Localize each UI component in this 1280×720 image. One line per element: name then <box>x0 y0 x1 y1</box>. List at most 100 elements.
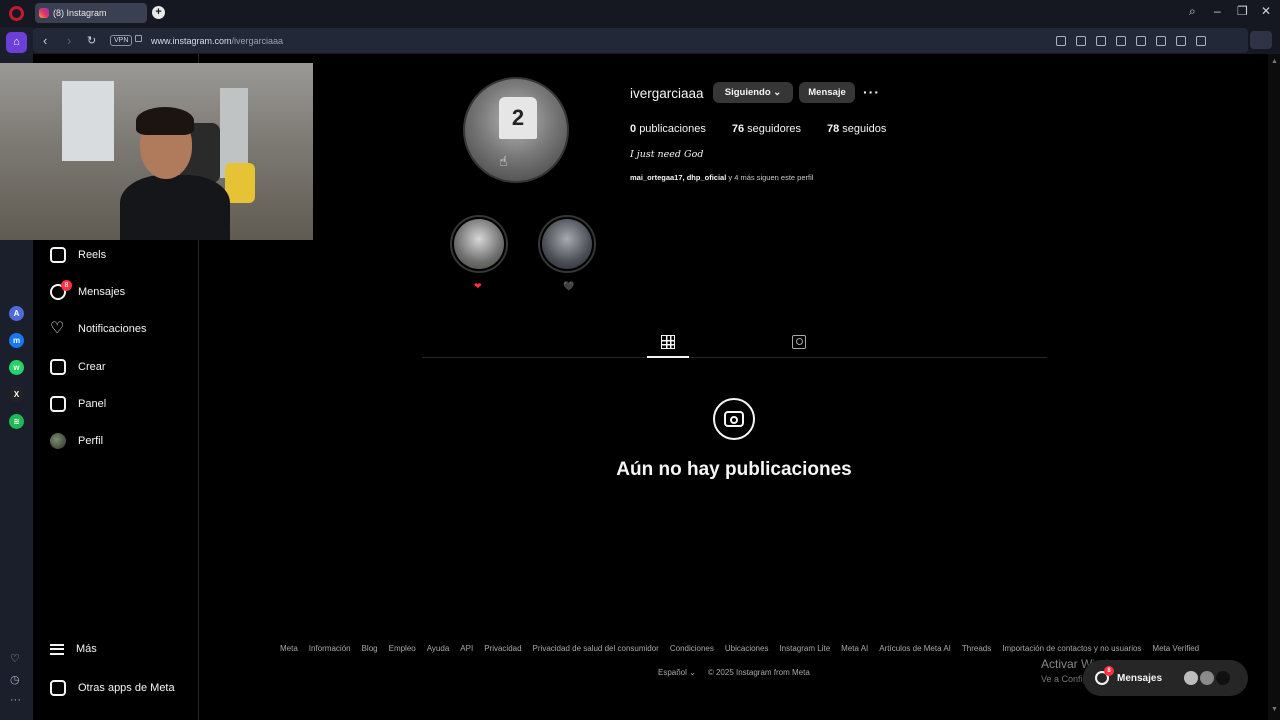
nav-item-reels[interactable]: Reels <box>50 247 106 263</box>
nav-item-meta-apps[interactable]: Otras apps de Meta <box>50 680 175 696</box>
whatsapp-icon[interactable]: w <box>9 360 24 375</box>
webcam-person-hair <box>136 107 194 135</box>
nav-label-notifications: Notificaciones <box>78 323 147 335</box>
footer-link[interactable]: Meta <box>280 644 298 653</box>
messages-pill-badge: 8 <box>1104 666 1114 676</box>
favorites-icon[interactable]: ♡ <box>10 652 20 665</box>
edit-icon[interactable] <box>1056 36 1066 46</box>
scroll-down-icon[interactable]: ▼ <box>1271 706 1278 713</box>
heart-icon[interactable] <box>1136 36 1146 46</box>
play-icon[interactable] <box>1116 36 1126 46</box>
nav-item-create[interactable]: Crear <box>50 359 106 375</box>
minimize-button[interactable]: – <box>1214 4 1221 18</box>
forward-button[interactable]: › <box>67 33 71 48</box>
lock-icon[interactable] <box>135 35 142 42</box>
webcam-person-body <box>120 175 230 240</box>
shield-icon[interactable] <box>1096 36 1106 46</box>
highlight-label: ❤ <box>474 281 482 291</box>
copyright-text: © 2025 Instagram from Meta <box>707 668 810 677</box>
tagged-icon[interactable] <box>792 335 806 349</box>
webcam-window <box>62 81 114 161</box>
nav-label-meta-apps: Otras apps de Meta <box>78 682 175 694</box>
highlight-label: 🖤 <box>563 281 575 291</box>
back-button[interactable]: ‹ <box>43 33 47 48</box>
footer-link[interactable]: Empleo <box>389 644 416 653</box>
posts-grid-icon[interactable] <box>661 335 675 349</box>
profile-stats: 0 publicaciones 76 seguidores 78 seguido… <box>630 123 886 135</box>
footer-link[interactable]: Condiciones <box>670 644 714 653</box>
footer-link[interactable]: Artículos de Meta AI <box>879 644 951 653</box>
nav-item-messages[interactable]: 8 Mensajes <box>50 280 125 300</box>
nav-label-create: Crear <box>78 361 106 373</box>
nav-label-dashboard: Panel <box>78 398 107 410</box>
story-highlight-2[interactable] <box>538 215 596 273</box>
following-button[interactable]: Siguiendo ⌄ <box>713 82 793 103</box>
more-options-icon[interactable]: ··· <box>10 694 21 706</box>
language-select[interactable]: Español ⌄ <box>658 668 696 677</box>
message-button[interactable]: Mensaje <box>799 82 855 103</box>
footer-link[interactable]: Meta AI <box>841 644 868 653</box>
home-icon[interactable]: ⌂ <box>6 32 27 53</box>
vpn-badge[interactable]: VPN <box>110 35 133 46</box>
restore-button[interactable]: ❐ <box>1237 4 1248 18</box>
avatar <box>1200 671 1215 685</box>
webcam-flag <box>225 163 255 203</box>
nav-label-more: Más <box>76 643 97 655</box>
camera-icon[interactable] <box>1076 36 1086 46</box>
active-tab-indicator <box>647 356 689 358</box>
x-twitter-icon[interactable]: X <box>9 387 24 402</box>
extensions-button[interactable] <box>1250 31 1272 49</box>
messages-floating-button[interactable]: 8 Mensajes <box>1083 660 1248 696</box>
nav-label-profile: Perfil <box>78 435 104 447</box>
aria-icon[interactable]: A <box>9 306 24 321</box>
menu-icon[interactable] <box>1176 36 1186 46</box>
nav-item-notifications[interactable]: ♡ Notificaciones <box>50 321 146 337</box>
messenger-app-icon[interactable]: m <box>9 333 24 348</box>
footer-link[interactable]: Importación de contactos y no usuarios <box>1002 644 1141 653</box>
footer-link[interactable]: Meta Verified <box>1152 644 1199 653</box>
avatar <box>1184 671 1199 685</box>
camera-icon <box>713 398 755 440</box>
download-icon[interactable] <box>1156 36 1166 46</box>
footer-link[interactable]: Threads <box>962 644 991 653</box>
footer-bottom: Español ⌄ © 2025 Instagram from Meta <box>658 668 810 677</box>
nav-item-dashboard[interactable]: Panel <box>50 396 106 412</box>
reload-icon[interactable]: ↻ <box>87 34 96 47</box>
mouse-cursor-icon: ☝ <box>499 153 508 169</box>
footer-link[interactable]: Privacidad de salud del consumidor <box>533 644 659 653</box>
followers-stat[interactable]: 76 seguidores <box>732 123 801 135</box>
nav-item-profile[interactable]: Perfil <box>50 433 103 449</box>
page-scrollbar[interactable] <box>1268 54 1280 720</box>
footer-link[interactable]: Información <box>309 644 351 653</box>
story-highlight-1[interactable] <box>450 215 508 273</box>
footer-link[interactable]: Ayuda <box>427 644 450 653</box>
search-tabs-icon[interactable]: ⌕ <box>1189 4 1196 19</box>
spotify-icon[interactable]: ≋ <box>9 414 24 429</box>
address-bar[interactable]: ‹ › ↻ VPN www.instagram.com/ivergarciaaa <box>33 28 1248 53</box>
scroll-up-icon[interactable]: ▲ <box>1271 58 1278 65</box>
tabs-divider <box>422 357 1047 358</box>
url-text[interactable]: www.instagram.com/ivergarciaaa <box>151 36 283 46</box>
nav-item-more[interactable]: Más <box>50 643 97 655</box>
more-options-button[interactable]: ··· <box>863 84 880 100</box>
footer-link[interactable]: Privacidad <box>484 644 521 653</box>
footer-link[interactable]: API <box>460 644 473 653</box>
highlight-cover <box>542 219 592 269</box>
close-window-button[interactable]: ✕ <box>1261 4 1271 18</box>
footer-link[interactable]: Ubicaciones <box>725 644 769 653</box>
profile-icon[interactable] <box>1196 36 1206 46</box>
footer-link[interactable]: Instagram Lite <box>779 644 830 653</box>
following-stat[interactable]: 78 seguidos <box>827 123 886 135</box>
profile-picture[interactable]: 2 <box>463 77 569 183</box>
address-bar-row: ‹ › ↻ VPN www.instagram.com/ivergarciaaa <box>33 27 1280 54</box>
heart-icon: ♡ <box>50 320 65 337</box>
opera-logo-icon[interactable] <box>9 6 24 21</box>
recent-contacts <box>1184 671 1231 685</box>
followed-by-text[interactable]: mai_ortegaa17, dhp_oficial y 4 más sigue… <box>630 173 813 182</box>
browser-tab-instagram[interactable]: (8) Instagram <box>35 3 147 23</box>
profile-bio: I just need God <box>630 149 704 160</box>
highlight-cover <box>454 219 504 269</box>
new-tab-button[interactable]: + <box>152 6 165 19</box>
history-icon[interactable]: ◷ <box>10 673 20 686</box>
footer-link[interactable]: Blog <box>362 644 378 653</box>
